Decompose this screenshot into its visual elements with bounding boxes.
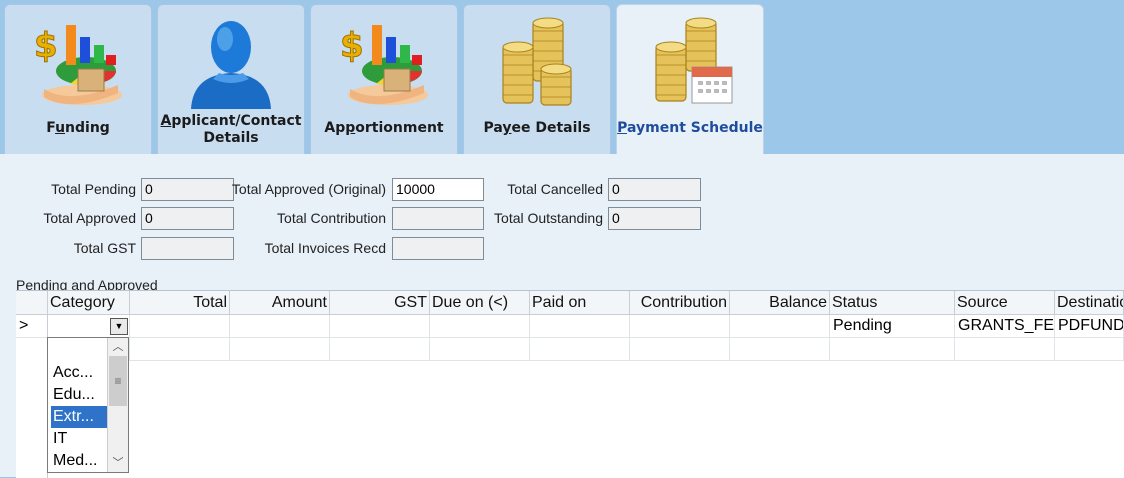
total-invoices-recd-label: Total Invoices Recd [264,240,386,256]
column-header-amount[interactable]: Amount [230,291,330,315]
category-option[interactable]: Med... [51,450,111,472]
payment-schedule-panel: Total Pending 0 Total Approved 0 Total G… [0,154,1124,478]
new-row-cell[interactable] [230,338,330,361]
cell-category[interactable]: ▼ [48,315,130,338]
column-header-contribution[interactable]: Contribution [630,291,730,315]
total-approved-label: Total Approved [43,210,136,226]
total-outstanding-field[interactable]: 0 [608,207,701,230]
cell-amount[interactable] [230,315,330,338]
column-header-category[interactable]: Category [48,291,130,315]
total-outstanding-label: Total Outstanding [494,210,603,226]
column-header-balance[interactable]: Balance [730,291,830,315]
category-option[interactable]: Edu... [51,384,111,406]
new-row-cell[interactable] [730,338,830,361]
category-option[interactable]: Acc... [51,362,111,384]
new-row-cell[interactable] [955,338,1055,361]
tab-payment-schedule[interactable]: Payment Schedule [616,4,764,156]
tab-apportionment-label: Apportionment [324,120,444,136]
scroll-up-icon[interactable]: ︿ [108,338,128,356]
cell-source[interactable]: GRANTS_FE [955,315,1055,338]
category-option-selected[interactable]: Extr... [50,405,112,429]
tab-payment-schedule-label: Payment Schedule [617,120,763,136]
column-header-gst[interactable]: GST [330,291,430,315]
cell-destination[interactable]: PDFUND [1055,315,1124,338]
new-row-cell[interactable] [330,338,430,361]
category-dropdown-button[interactable]: ▼ [110,318,128,335]
new-row-cell[interactable] [530,338,630,361]
cell-balance[interactable] [730,315,830,338]
row-marker[interactable]: > [16,315,48,338]
new-row-cell[interactable] [430,338,530,361]
cell-paid-on[interactable] [530,315,630,338]
new-row-cell[interactable] [830,338,955,361]
cell-gst[interactable] [330,315,430,338]
total-approved-original-label: Total Approved (Original) [231,181,386,197]
tab-payee-details[interactable]: Payee Details [463,4,611,154]
total-invoices-recd-field[interactable] [392,237,484,260]
category-option[interactable]: IT [51,428,111,450]
total-cancelled-field[interactable]: 0 [608,178,701,201]
cell-total[interactable] [130,315,230,338]
person-icon [191,21,271,109]
total-pending-label: Total Pending [51,181,136,197]
total-gst-field[interactable] [141,237,234,260]
new-row-cell[interactable] [130,338,230,361]
tab-applicant-label: Applicant/Contact Details [160,113,302,146]
category-dropdown-list[interactable]: Acc... Edu... Extr... IT Med... ︿ ≡ ﹀ [47,337,129,473]
grid-corner [16,291,48,315]
new-row-cell[interactable] [630,338,730,361]
new-row-cell[interactable] [1055,338,1124,361]
svg-text:$: $ [34,26,58,66]
total-approved-original-field[interactable]: 10000 [392,178,484,201]
total-pending-field[interactable]: 0 [141,178,234,201]
funding-icon: $ [34,25,122,105]
total-contribution-field[interactable] [392,207,484,230]
total-contribution-label: Total Contribution [277,210,386,226]
tab-funding[interactable]: $ Funding [4,4,152,154]
svg-text:$: $ [340,26,364,66]
tab-bar: $ Funding Applicant/Contact Details $ App… [0,0,1124,156]
column-header-total[interactable]: Total [130,291,230,315]
coins-icon [502,17,572,106]
apportionment-icon: $ [340,25,428,105]
cell-status[interactable]: Pending [830,315,955,338]
tab-apportionment[interactable]: $ Apportionment [310,4,458,154]
column-header-paid-on[interactable]: Paid on [530,291,630,315]
total-cancelled-label: Total Cancelled [507,181,603,197]
column-header-destination[interactable]: Destination [1055,291,1124,315]
total-gst-label: Total GST [73,240,136,256]
total-approved-field[interactable]: 0 [141,207,234,230]
scroll-down-icon[interactable]: ﹀ [108,454,128,472]
coins-calendar-icon [655,17,733,104]
column-header-status[interactable]: Status [830,291,955,315]
tab-funding-label: Funding [46,120,110,136]
scroll-thumb[interactable]: ≡ [109,356,127,406]
cell-due-on[interactable] [430,315,530,338]
dropdown-scrollbar[interactable]: ︿ ≡ ﹀ [107,338,128,472]
tab-payee-label: Payee Details [483,120,591,136]
chevron-down-icon: ▼ [114,321,124,331]
cell-contribution[interactable] [630,315,730,338]
payment-grid: Category Total Amount GST Due on (<) Pai… [16,290,1124,478]
column-header-due-on[interactable]: Due on (<) [430,291,530,315]
tab-applicant-contact-details[interactable]: Applicant/Contact Details [157,4,305,154]
column-header-source[interactable]: Source [955,291,1055,315]
